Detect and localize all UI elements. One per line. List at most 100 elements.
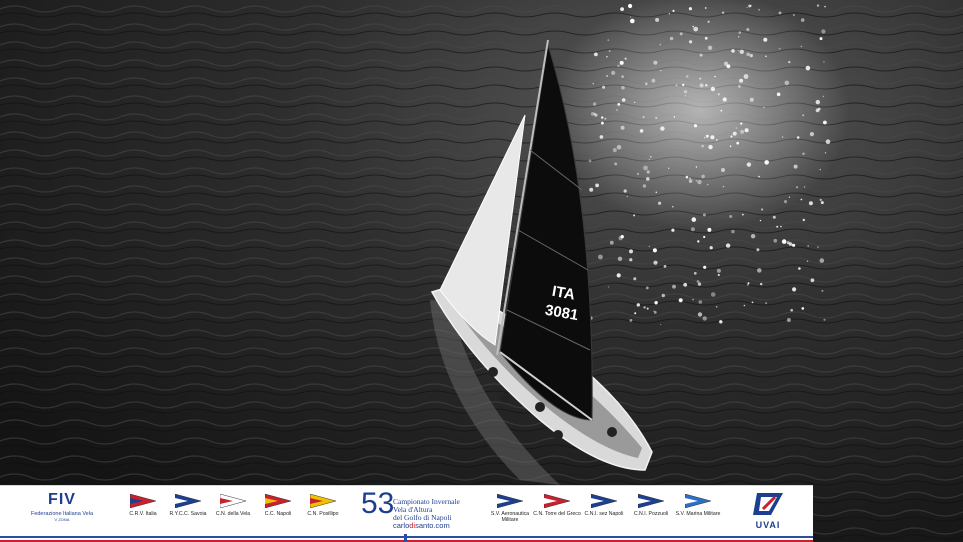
sparkle [642, 184, 647, 188]
sparkle [793, 14, 795, 16]
sparkle [595, 183, 599, 188]
cni-pozzuoli-burgee-icon [638, 494, 664, 508]
sparkle [701, 144, 704, 148]
sparkle [736, 141, 740, 145]
sparkle [630, 18, 635, 24]
sparkle [643, 165, 648, 171]
sparkle [776, 225, 779, 228]
sparkle [692, 25, 694, 28]
sparkle [629, 249, 633, 254]
sparkle [651, 78, 656, 83]
sparkle [806, 260, 809, 262]
sparkle [781, 239, 787, 244]
sparkle [708, 144, 713, 150]
sparkle [748, 4, 752, 8]
sparkle [707, 227, 712, 232]
sparkle [788, 242, 793, 246]
sparkle [698, 300, 703, 304]
sparkle [697, 312, 703, 317]
sparkle [693, 124, 698, 128]
sparkle [742, 213, 744, 216]
sparkle [803, 186, 806, 188]
sparkle [607, 39, 610, 41]
sparkle [699, 77, 702, 80]
sparkle [824, 5, 826, 8]
fiv-logo: FIV Federazione Italiana Vela V ZONA [22, 491, 102, 522]
sparkle [633, 214, 636, 217]
sparkle [653, 311, 657, 314]
sparkle [746, 52, 750, 57]
sparkle [642, 116, 645, 119]
sparkle [761, 208, 764, 211]
sparkle [749, 54, 753, 58]
sparkle [609, 240, 614, 245]
sparkle [688, 7, 693, 11]
sparkle [646, 170, 650, 174]
sparkle [731, 229, 735, 234]
club-label: C.N. Posillipo [307, 511, 339, 517]
sparkle [685, 175, 689, 179]
sparkle [660, 70, 662, 72]
sparkle [743, 304, 746, 307]
sparkle [659, 43, 662, 46]
sparkle [650, 155, 652, 158]
sparkle [788, 196, 791, 198]
sparkle [710, 135, 715, 140]
sparkle [781, 136, 784, 138]
fiv-wordmark: FIV [48, 491, 76, 508]
sparkle [695, 166, 698, 168]
sparkle [824, 152, 827, 154]
sparkle [693, 26, 699, 32]
sparkle [722, 185, 725, 188]
sparkle [729, 215, 733, 218]
sparkle [825, 139, 831, 144]
sparkle [805, 65, 811, 71]
sparkle [744, 128, 749, 133]
sparkle [690, 227, 695, 232]
sparkle [617, 103, 621, 106]
sparkle [699, 53, 703, 57]
sparkle [636, 172, 640, 176]
sparkle [750, 234, 756, 239]
sparkle [654, 301, 658, 305]
club-label: S.V. Marina Militare [675, 511, 721, 517]
sparkle [678, 298, 683, 303]
sparkle [760, 282, 763, 286]
sparkle [792, 243, 796, 247]
sparkle [598, 254, 603, 260]
sparkle [616, 109, 618, 111]
sparkle [660, 323, 662, 326]
sparkle [739, 49, 744, 54]
sparkle [819, 258, 825, 263]
sparkle [619, 60, 624, 65]
sparkle [823, 61, 825, 63]
sparkle [819, 198, 822, 202]
sparkle [720, 109, 723, 112]
sparkle [691, 217, 697, 222]
sparkle [668, 167, 670, 169]
sparkle [614, 162, 618, 166]
sparkle [606, 55, 608, 58]
sparkle [643, 306, 646, 309]
sparkle [717, 273, 720, 277]
sparkle [617, 256, 623, 261]
sparkle [689, 177, 691, 180]
sparkle [655, 17, 660, 22]
sparkle [707, 45, 713, 50]
sparkle [620, 235, 624, 239]
sparkle [693, 271, 697, 275]
sparkle [798, 267, 801, 270]
sparkle [776, 92, 781, 97]
sparkle [699, 83, 704, 88]
sparkle [726, 64, 731, 69]
sparkle [746, 28, 750, 31]
sparkle [740, 122, 743, 125]
sparkle [823, 120, 827, 125]
sparkle [604, 117, 607, 120]
sparkle [822, 95, 825, 98]
sparkle [636, 303, 640, 307]
uvai-emblem-icon [753, 493, 783, 515]
sparkle [790, 308, 793, 312]
sparkle [669, 36, 674, 41]
sparkle [792, 287, 797, 292]
